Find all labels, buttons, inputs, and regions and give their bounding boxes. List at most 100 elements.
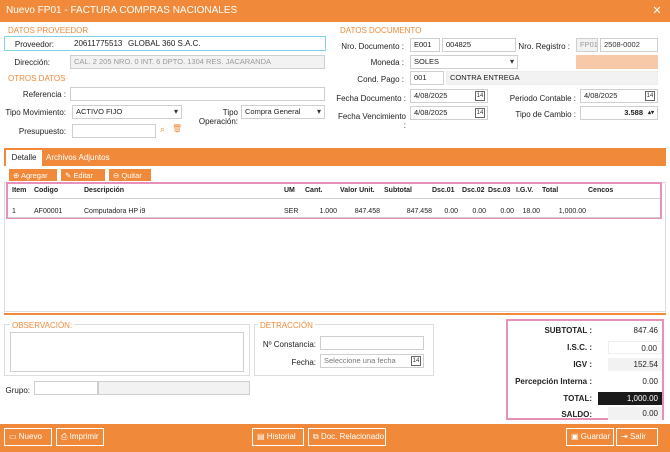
igv-label: IGV : — [573, 360, 592, 369]
editar-label: Editar — [73, 171, 93, 180]
fecha-documento-input[interactable]: 4/08/2025 14 — [410, 89, 488, 103]
detraccion-fecha-input[interactable]: Seleccione una fecha 14 — [320, 354, 424, 368]
numero-input[interactable]: 004825 — [442, 38, 516, 52]
col-header: Item — [12, 187, 27, 194]
presupuesto-label: Presupuesto: — [18, 127, 66, 136]
presupuesto-input[interactable] — [72, 124, 156, 138]
nro-documento-label: Nro. Documento : — [341, 42, 404, 51]
historial-button[interactable]: ▤ Historial — [252, 428, 304, 446]
movimiento-label: Tipo Movimiento: — [5, 108, 66, 117]
saldo-value: 0.00 — [608, 407, 662, 420]
save-icon: ▣ — [571, 432, 581, 441]
igv-value: 152.54 — [608, 358, 662, 371]
calendar-icon[interactable]: 14 — [411, 356, 421, 366]
cell-dsc03: 0.00 — [500, 208, 514, 215]
registro-label: Nro. Registro : — [518, 42, 570, 51]
cond-desc-field: CONTRA ENTREGA — [446, 71, 658, 85]
cell-descripcion: Computadora HP i9 — [84, 208, 146, 215]
moneda-label: Moneda : — [370, 58, 404, 67]
editar-button[interactable]: ✎ Editar — [60, 168, 106, 182]
cond-pago-label: Cond. Pago : — [357, 75, 404, 84]
operacion-value: Compra General — [245, 107, 301, 116]
col-header: Dsc.03 — [488, 187, 511, 194]
cell-total: 1,000.00 — [558, 208, 586, 215]
close-icon[interactable]: ✕ — [648, 2, 666, 20]
fecha-vencimiento-value: 4/08/2025 — [414, 108, 448, 117]
observacion-textarea[interactable] — [10, 332, 244, 372]
constancia-label: Nº Constancia: — [262, 340, 316, 349]
constancia-input[interactable] — [320, 336, 424, 350]
history-icon: ▤ — [257, 432, 267, 441]
doc-relacionado-button[interactable]: ⧉ Doc. Relacionado — [308, 428, 386, 446]
col-header: Cant. — [305, 187, 323, 194]
grupo-desc-field — [98, 381, 250, 395]
window-title: Nuevo FP01 - FACTURA COMPRAS NACIONALES — [6, 5, 238, 16]
section-otros: OTROS DATOS — [8, 74, 66, 83]
section-documento: DATOS DOCUMENTO — [340, 26, 422, 35]
moneda-select[interactable]: SOLES — [410, 55, 518, 69]
proveedor-label: Proveedor: — [14, 40, 54, 49]
cell-subtotal: 847.458 — [406, 208, 432, 215]
periodo-value: 4/08/2025 — [584, 91, 618, 100]
referencia-label: Referencia : — [22, 90, 66, 99]
spinner-icon[interactable]: ▴▾ — [648, 107, 654, 119]
cell-item: 1 — [12, 208, 16, 215]
moneda-value: SOLES — [414, 57, 440, 66]
trash-icon[interactable]: 🗑 — [172, 124, 182, 133]
fecha-documento-label: Fecha Documento : — [336, 94, 406, 103]
section-observacion: OBSERVACIÓN: — [10, 321, 75, 330]
table-row[interactable]: 1 AF00001 Computadora HP i9 SER 1.000 84… — [8, 206, 660, 218]
imprimir-label: Imprimir — [69, 432, 99, 441]
grid-header-row: Item Codigo Descripción UM Cant. Valor U… — [8, 184, 660, 199]
saldo-label: SALDO: — [561, 410, 592, 419]
proveedor-name: GLOBAL 360 S.A.C. — [128, 39, 201, 48]
detraccion-box — [254, 324, 434, 376]
title-bar: Nuevo FP01 - FACTURA COMPRAS NACIONALES … — [0, 0, 670, 22]
section-detraccion: DETRACCIÓN — [258, 321, 315, 330]
guardar-label: Guardar — [580, 432, 611, 441]
grupo-label: Grupo: — [5, 386, 30, 395]
search-icon[interactable]: ⌕ — [160, 124, 165, 135]
cell-cencos — [588, 206, 638, 218]
fecha-vencimiento-input[interactable]: 4/08/2025 14 — [410, 106, 488, 120]
direccion-field: CAL. 2 205 NRO. 0 INT. 6 DPTO. 1304 RES.… — [70, 55, 325, 69]
imprimir-button[interactable]: ⎙ Imprimir — [56, 428, 104, 446]
cell-um: SER — [284, 208, 299, 215]
grupo-input[interactable] — [34, 381, 98, 395]
operacion-select[interactable]: Compra General — [241, 105, 325, 119]
agregar-button[interactable]: ⊕ Agregar — [8, 168, 58, 182]
isc-value[interactable]: 0.00 — [608, 341, 662, 354]
tipo-cambio-value: 3.588 — [624, 108, 643, 117]
tab-archivos-adjuntos[interactable]: Archivos Adjuntos — [46, 150, 110, 166]
movimiento-select[interactable]: ACTIVO FIJO — [72, 105, 182, 119]
nuevo-label: Nuevo — [18, 432, 42, 441]
guardar-button[interactable]: ▣ Guardar — [566, 428, 614, 446]
cond-code-input[interactable]: 001 — [410, 71, 444, 85]
col-header: I.G.V. — [516, 187, 534, 194]
tab-detalle[interactable]: Detalle — [6, 150, 42, 166]
agregar-label: Agregar — [20, 171, 48, 180]
calendar-icon[interactable]: 14 — [475, 91, 485, 101]
col-header: Cencos — [588, 187, 614, 194]
quitar-button[interactable]: ⊖ Quitar — [108, 168, 152, 182]
tipo-cambio-input[interactable]: 3.588 ▴▾ — [580, 106, 658, 120]
plus-icon: ⊕ — [13, 171, 21, 180]
col-header: UM — [284, 187, 295, 194]
totals-panel: SUBTOTAL : 847.46 I.S.C. : 0.00 IGV : 15… — [506, 319, 664, 420]
registro-field: 2508-0002 — [600, 38, 658, 52]
calendar-icon[interactable]: 14 — [475, 108, 485, 118]
periodo-input[interactable]: 4/08/2025 14 — [580, 89, 658, 103]
direccion-label: Dirección: — [14, 58, 50, 67]
cell-valor-unit: 847.458 — [354, 208, 380, 215]
referencia-input[interactable] — [70, 87, 325, 101]
detraccion-fecha-label: Fecha: — [291, 358, 316, 367]
doc-relacionado-label: Doc. Relacionado — [320, 432, 385, 441]
proveedor-ruc[interactable]: 20611775513 — [74, 39, 122, 48]
subtotal-label: SUBTOTAL : — [544, 326, 592, 335]
salir-button[interactable]: ⇥ Salir — [616, 428, 658, 446]
printer-icon: ⎙ — [61, 432, 70, 441]
fecha-vencimiento-label: Fecha Vencimiento : — [337, 112, 406, 130]
calendar-icon[interactable]: 14 — [645, 91, 655, 101]
nuevo-button[interactable]: ▭ Nuevo — [4, 428, 52, 446]
serie-input[interactable]: E001 — [410, 38, 440, 52]
